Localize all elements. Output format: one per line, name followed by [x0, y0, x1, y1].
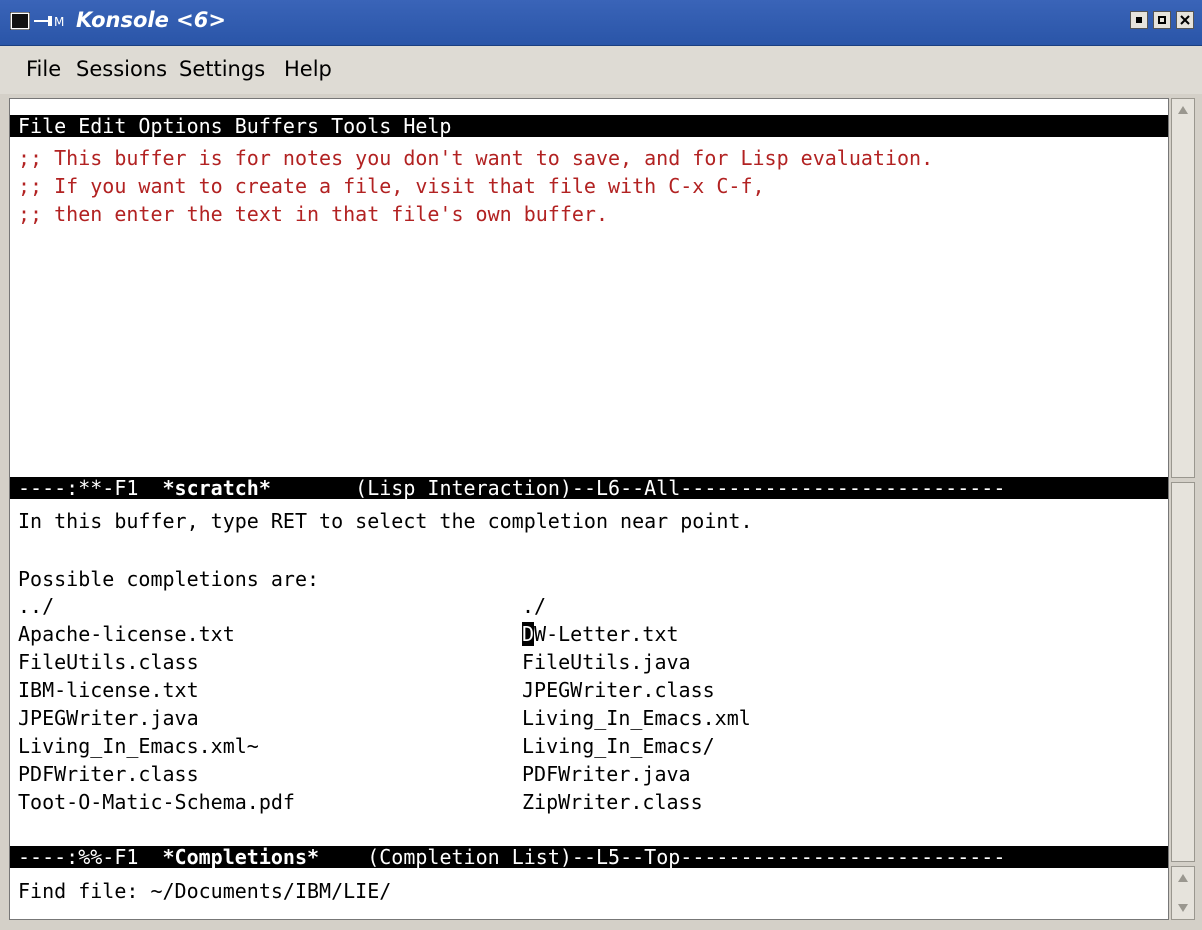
completion-item-selected[interactable]: DW-Letter.txt [522, 622, 679, 646]
completion-item[interactable]: Living_In_Emacs.xml [522, 707, 751, 729]
completion-item[interactable]: ZipWriter.class [522, 791, 703, 813]
menu-sessions[interactable]: Sessions [76, 57, 167, 81]
completion-item[interactable]: PDFWriter.class [18, 763, 199, 785]
completion-item[interactable]: Apache-license.txt [18, 623, 235, 645]
completion-item[interactable]: Living_In_Emacs.xml~ [18, 735, 259, 757]
completions-intro: In this buffer, type RET to select the c… [18, 509, 753, 533]
mode-line-buffer-name: *Completions* [162, 846, 320, 868]
close-button[interactable] [1176, 11, 1194, 29]
svg-text:M: M [54, 15, 64, 28]
scratch-comment-line: ;; If you want to create a file, visit t… [18, 174, 765, 198]
scroll-up-icon[interactable] [1175, 103, 1191, 117]
completion-item[interactable]: Toot-O-Matic-Schema.pdf [18, 791, 295, 813]
mode-line-info: (Lisp Interaction)--L6--All-------------… [270, 477, 1006, 499]
maximize-icon [1158, 16, 1166, 24]
completions-mode-line: ----:%%-F1 *Completions* (Completion Lis… [10, 846, 1168, 868]
completion-item[interactable]: FileUtils.class [18, 651, 199, 673]
minibuffer[interactable]: Find file: ~/Documents/IBM/LIE/ [18, 880, 391, 902]
completion-item[interactable]: IBM-license.txt [18, 679, 199, 701]
completions-header: Possible completions are: [18, 567, 320, 591]
lower-scrollbar[interactable] [1171, 866, 1195, 920]
mode-line-prefix: ----:**-F1 [18, 477, 163, 499]
completion-item[interactable]: ./ [522, 595, 546, 617]
mode-line-prefix: ----:%%-F1 [18, 846, 163, 868]
completion-item[interactable]: FileUtils.java [522, 651, 691, 673]
terminal-area[interactable]: File Edit Options Buffers Tools Help ;; … [9, 98, 1169, 920]
scroll-up-icon[interactable] [1175, 871, 1191, 885]
menu-help[interactable]: Help [284, 57, 332, 81]
title-bar[interactable]: M Konsole <6> [0, 0, 1202, 46]
mode-line-info: (Completion List)--L5--Top--------------… [319, 846, 1006, 868]
upper-scrollbar[interactable] [1171, 98, 1195, 478]
maximize-button[interactable] [1153, 11, 1171, 29]
completion-item[interactable]: Living_In_Emacs/ [522, 735, 715, 757]
mode-line-buffer-name: *scratch* [162, 477, 271, 499]
scratch-comment-line: ;; This buffer is for notes you don't wa… [18, 146, 934, 170]
completion-item[interactable]: JPEGWriter.java [18, 707, 199, 729]
text-cursor: D [522, 622, 535, 646]
completions-scrollbar[interactable] [1171, 482, 1195, 862]
pin-icon[interactable]: M [34, 14, 70, 28]
completion-item-rest: W-Letter.txt [534, 622, 679, 646]
menu-settings[interactable]: Settings [179, 57, 265, 81]
scratch-mode-line: ----:**-F1 *scratch* (Lisp Interaction)-… [10, 477, 1168, 499]
scratch-comment-line: ;; then enter the text in that file's ow… [18, 202, 609, 226]
konsole-menubar: File Sessions Settings Help [0, 46, 1202, 94]
emacs-menubar[interactable]: File Edit Options Buffers Tools Help [10, 115, 1168, 137]
completion-item[interactable]: ../ [18, 595, 54, 617]
close-icon [1180, 15, 1190, 25]
minimize-button[interactable] [1130, 11, 1148, 29]
completion-item[interactable]: PDFWriter.java [522, 763, 691, 785]
window-title: Konsole <6> [76, 8, 226, 32]
completion-item[interactable]: JPEGWriter.class [522, 679, 715, 701]
menu-file[interactable]: File [26, 57, 61, 81]
konsole-icon [10, 12, 30, 30]
scroll-down-icon[interactable] [1175, 901, 1191, 915]
horizontal-scrollbar[interactable] [9, 920, 1169, 930]
minimize-icon [1136, 17, 1142, 23]
